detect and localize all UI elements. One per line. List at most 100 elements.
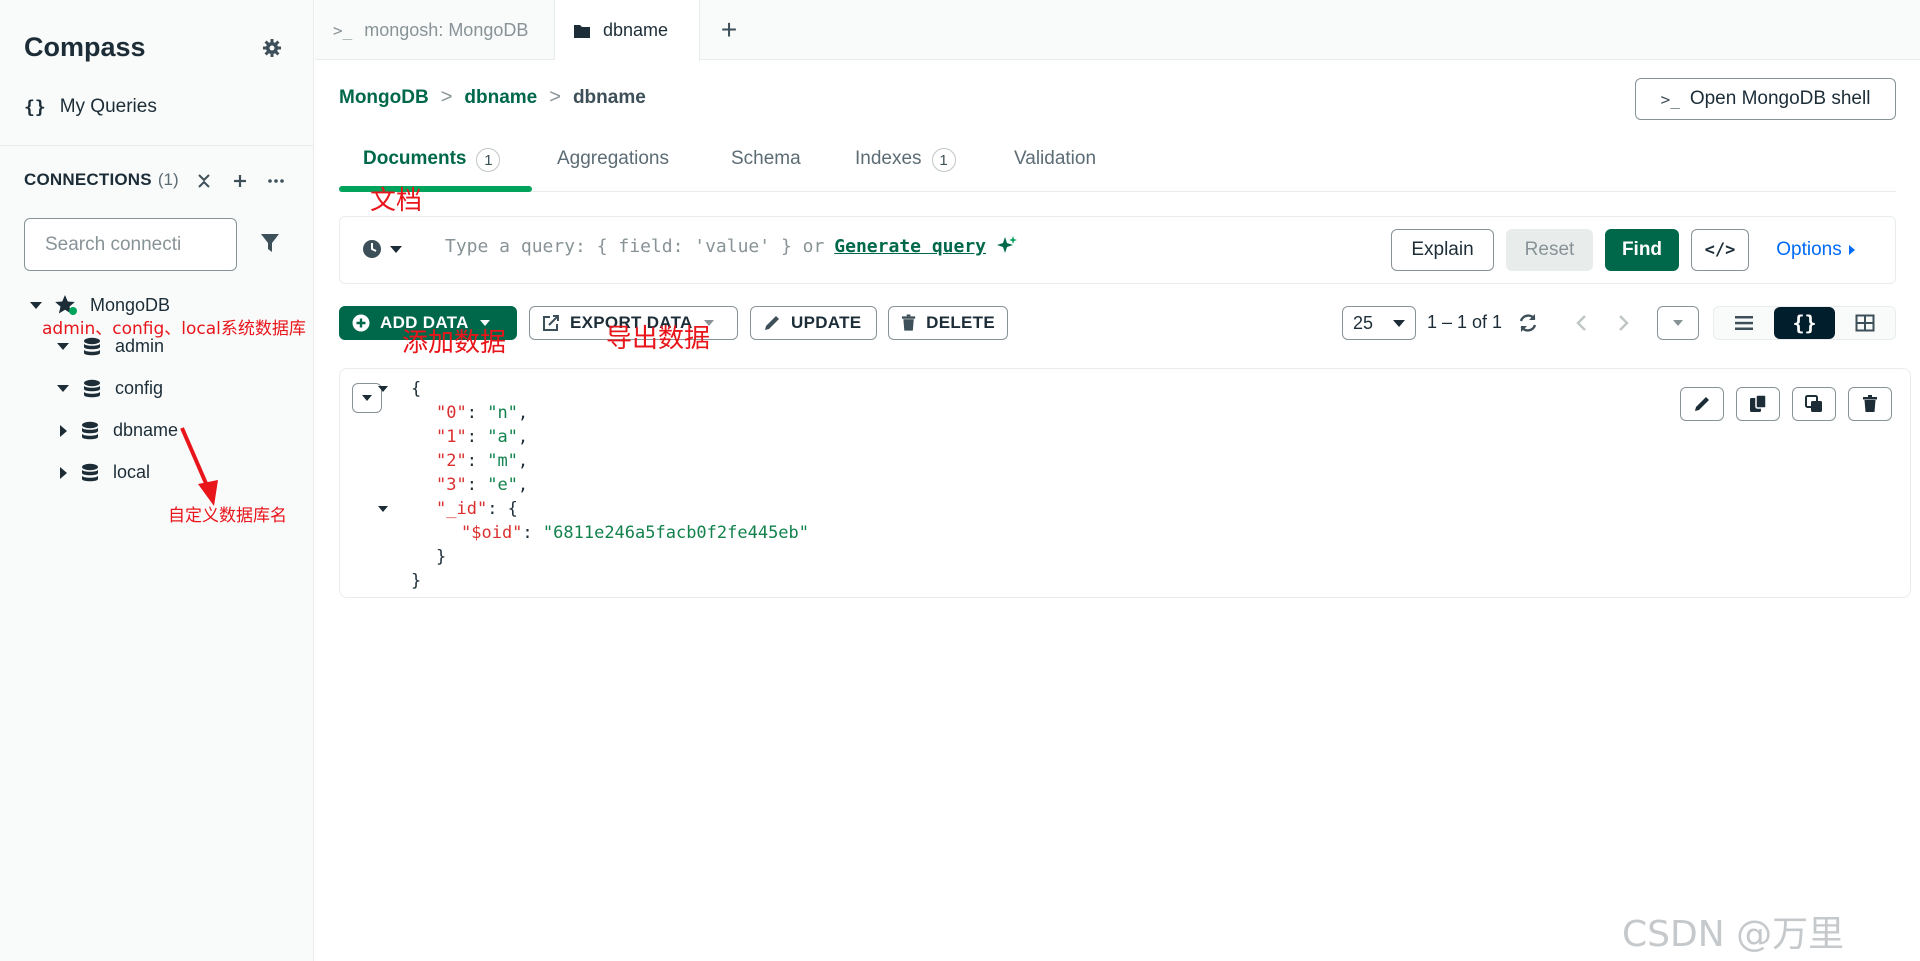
tab-mongosh[interactable]: >_ mongosh: MongoDB [315,0,555,60]
collapsed-caret-icon [60,424,67,437]
clock-icon [363,240,381,258]
tab-mongosh-label: mongosh: MongoDB [364,19,529,40]
table-view-icon[interactable] [1835,307,1895,339]
chevron-down-icon [390,245,402,253]
caret-right-icon [1848,245,1855,255]
annotation-custom-db: 自定义数据库名 [168,506,287,526]
json-value: "m" [487,451,518,471]
json-key: "2" [436,451,467,471]
json-value: "e" [487,475,518,495]
tab-documents-label: Documents [363,148,467,169]
chevron-right-icon: > [549,86,561,108]
workspace-tab-bar: >_ mongosh: MongoDB dbname + [315,0,1920,61]
query-history-button[interactable] [362,239,402,259]
chevron-down-icon [362,395,372,401]
database-icon [82,463,98,481]
update-button[interactable]: UPDATE [750,306,877,340]
breadcrumb-collection: dbname [572,86,646,108]
database-icon [84,337,100,355]
view-options-dropdown[interactable] [1657,306,1699,340]
pagination-range: 1 – 1 of 1 [1427,312,1503,332]
tab-validation-label: Validation [1014,148,1097,169]
document-card: { "0": "n", "1": "a", "2": "m", "3": "e"… [339,368,1911,598]
json-close-line: } [400,569,809,593]
expand-caret-icon [30,301,42,309]
my-queries-icon: {} [24,96,46,118]
page-size-select[interactable]: 25 [1342,306,1416,340]
update-label: UPDATE [791,313,862,332]
export-icon [543,315,559,331]
annotation-arrow-icon [180,427,218,506]
tree-db-config[interactable]: config [57,378,163,399]
add-connection-icon[interactable] [229,170,251,192]
active-tab-indicator [339,186,532,192]
options-toggle[interactable]: Options [1761,229,1871,271]
tab-indexes[interactable]: Indexes 1 [855,140,956,192]
query-placeholder: Type a query: { field: 'value' } or [445,235,825,257]
tree-db-dbname[interactable]: dbname [60,420,178,441]
collapsed-caret-icon [60,466,67,479]
delete-label: DELETE [926,313,995,332]
delete-document-button[interactable] [1848,387,1892,421]
database-icon [82,421,98,439]
expand-caret-icon [57,385,69,392]
breadcrumb-database[interactable]: dbname [464,87,537,109]
page-size-value: 25 [1353,312,1374,333]
export-to-language-button[interactable]: </> [1691,229,1749,271]
explain-button[interactable]: Explain [1391,229,1494,271]
json-field: "3": "e", [436,475,529,495]
generate-query-link[interactable]: Generate query [834,236,986,257]
next-page-icon[interactable] [1611,310,1637,336]
tree-db-label: local [113,462,151,482]
my-queries-link[interactable]: {} My Queries [24,96,157,118]
previous-page-icon[interactable] [1568,310,1594,336]
chevron-right-icon: > [440,86,453,108]
tab-aggregations[interactable]: Aggregations [557,140,669,192]
breadcrumb: MongoDB > dbname > dbname [339,86,646,109]
delete-button[interactable]: DELETE [888,306,1008,340]
tree-db-admin[interactable]: admin [57,336,164,357]
tree-db-local[interactable]: local [60,462,150,483]
database-icon [84,379,100,397]
query-input[interactable]: Type a query: { field: 'value' } or Gene… [445,235,1018,257]
json-view-button[interactable]: {} [1774,307,1835,339]
annotation-system-dbs: admin、config、local系统数据库 [42,319,306,339]
open-shell-label: Open MongoDB shell [1689,88,1871,109]
filter-funnel-icon[interactable] [259,232,283,256]
my-queries-label: My Queries [59,96,157,117]
breadcrumb-connection[interactable]: MongoDB [339,87,429,109]
more-options-icon[interactable] [265,170,287,192]
find-button[interactable]: Find [1605,229,1679,271]
trash-icon [901,314,916,331]
edit-document-button[interactable] [1680,387,1724,421]
sparkle-icon [997,236,1018,253]
collapse-caret-icon[interactable] [378,386,388,392]
json-key: "_id" [436,499,488,519]
copy-document-button[interactable] [1736,387,1780,421]
favorite-star-icon [55,295,77,315]
collapse-caret-icon[interactable] [378,506,388,512]
list-view-icon[interactable] [1714,307,1774,339]
add-tab-button[interactable]: + [705,0,753,60]
json-field: "2": "m", [436,451,529,471]
clone-document-button[interactable] [1792,387,1836,421]
json-key: "0" [436,403,467,423]
tree-connection-mongodb[interactable]: MongoDB [30,294,170,316]
open-mongodb-shell-button[interactable]: >_ Open MongoDB shell [1635,78,1896,120]
refresh-icon[interactable] [1515,310,1541,336]
json-field: "0": "n", [436,403,529,423]
tab-dbname-label: dbname [603,20,669,40]
clone-icon [1805,395,1822,412]
plus-circle-icon [352,314,370,332]
json-key: "1" [436,427,467,447]
collapse-connections-icon[interactable] [193,170,215,192]
settings-gear-icon[interactable] [260,36,284,60]
tab-validation[interactable]: Validation [1014,140,1096,192]
search-connections-input[interactable] [25,219,236,270]
reset-button[interactable]: Reset [1506,229,1593,271]
tab-schema[interactable]: Schema [731,140,801,192]
trash-icon [1863,395,1877,412]
json-close-inner: } [436,547,447,567]
indexes-count-badge: 1 [931,148,956,172]
tab-dbname[interactable]: dbname [555,0,700,61]
